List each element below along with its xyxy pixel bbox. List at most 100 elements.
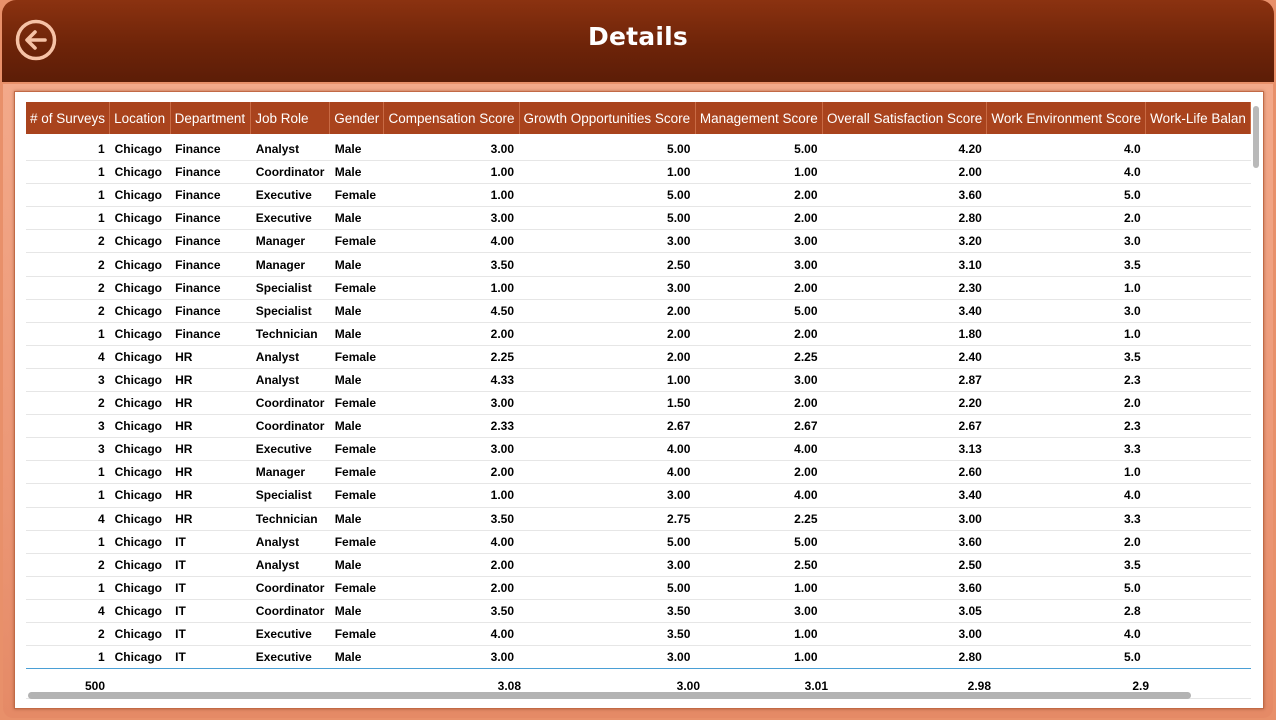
table-row[interactable]: 1 Chicago Finance Technician Male 2.00 2.00 2.0… [26,322,1251,346]
horizontal-scrollbar[interactable] [28,692,1191,699]
cell-job-role: Executive [250,183,330,208]
cell-job-role: Specialist [250,483,330,508]
table-row[interactable]: 1 Chicago HR Manager Female 2.00 4.00 2.00 2.60 1… [26,460,1251,485]
totals-row: 500 3.08 3.00 3.01 2.98 2.9 [26,670,1251,699]
cell-work-life-balance [1145,322,1251,346]
cell-compensation-score: 4.33 [383,368,520,393]
cell-compensation-score: 2.00 [383,553,520,577]
cell-surveys: 1 [26,483,110,508]
table-row[interactable]: 3 Chicago HR Analyst Male 4.33 1.00 3.00 2.87 2.3 [26,368,1251,393]
table-row[interactable]: 1 Chicago Finance Executive Female 1.00 5.00 2.… [26,183,1251,208]
column-header-work-environment-score[interactable]: Work Environment Score [986,102,1147,134]
cell-management-score: 4.00 [695,483,823,508]
cell-work-environment-score: 3.5 [986,252,1146,277]
table-row[interactable]: 2 Chicago IT Executive Female 4.00 3.50 1.00 3.0… [26,622,1251,647]
cell-work-life-balance [1145,507,1251,531]
cell-overall-satisfaction-score: 2.50 [822,553,987,577]
column-header-gender[interactable]: Gender [329,102,385,134]
table-row[interactable]: 4 Chicago HR Analyst Female 2.25 2.00 2.25 2.40 3… [26,345,1251,369]
table-row[interactable]: 1 Chicago Finance Executive Male 3.00 5.00 2.00… [26,206,1251,231]
cell-gender: Male [329,160,384,185]
cell-growth-opportunities-score: 2.00 [519,345,696,369]
cell-compensation-score: 2.33 [383,414,520,439]
cell-work-life-balance [1145,576,1251,600]
cell-compensation-score: 2.25 [383,345,520,369]
cell-department: Finance [170,134,251,162]
column-header-surveys[interactable]: # of Surveys [26,102,111,134]
cell-management-score: 5.00 [695,530,823,554]
column-header-location[interactable]: Location [109,102,171,134]
cell-management-score: 5.00 [695,134,823,162]
cell-compensation-score: 3.50 [383,599,520,623]
cell-location: Chicago [109,229,171,254]
cell-department: Finance [170,160,251,185]
cell-surveys: 2 [26,276,110,300]
cell-management-score: 1.00 [695,622,823,647]
cell-job-role: Technician [250,322,330,346]
cell-department: HR [170,345,251,369]
column-header-job-role[interactable]: Job Role [250,102,331,134]
table-row[interactable]: 2 Chicago Finance Specialist Female 1.00 3.00 2… [26,276,1251,300]
cell-management-score: 4.00 [695,437,823,462]
table-row[interactable]: 1 Chicago IT Analyst Female 4.00 5.00 5.00 3.60 2… [26,530,1251,554]
table-row[interactable]: 1 Chicago IT Coordinator Female 2.00 5.00 1.00 3… [26,576,1251,600]
cell-location: Chicago [109,160,171,185]
cell-department: HR [170,391,251,416]
cell-overall-satisfaction-score: 2.40 [822,345,987,369]
cell-department: IT [170,622,251,647]
table-row[interactable]: 1 Chicago Finance Coordinator Male 1.00 1.00 1.… [26,160,1251,185]
column-header-overall-satisfaction-score[interactable]: Overall Satisfaction Score [822,102,988,134]
page-header: Details [2,0,1274,82]
cell-growth-opportunities-score: 4.00 [519,460,696,485]
column-header-work-life-balance[interactable]: Work-Life Balan [1145,102,1251,134]
cell-overall-satisfaction-score: 3.60 [822,576,987,600]
table-row[interactable]: 2 Chicago HR Coordinator Female 3.00 1.50 2.00 2… [26,391,1251,416]
cell-department: IT [170,576,251,600]
vertical-scrollbar[interactable] [1253,106,1259,168]
cell-work-environment-score: 3.3 [986,437,1146,462]
cell-management-score: 3.00 [695,599,823,623]
column-header-department[interactable]: Department [170,102,252,134]
cell-gender: Female [329,530,384,554]
cell-overall-satisfaction-score: 3.10 [822,252,987,277]
cell-growth-opportunities-score: 3.00 [519,229,696,254]
cell-work-environment-score: 2.0 [986,530,1146,554]
cell-compensation-score: 1.00 [383,160,520,185]
cell-gender: Male [329,599,384,623]
cell-work-life-balance [1145,183,1251,208]
cell-surveys: 2 [26,553,110,577]
table-row[interactable]: 3 Chicago HR Executive Female 3.00 4.00 4.00 3.1… [26,437,1251,462]
table-row[interactable]: 2 Chicago Finance Specialist Male 4.50 2.00 5.0… [26,299,1251,323]
table-row[interactable]: 4 Chicago IT Coordinator Male 3.50 3.50 3.00 3.0… [26,599,1251,623]
cell-location: Chicago [109,645,171,670]
table-row[interactable]: 4 Chicago HR Technician Male 3.50 2.75 2.25 3.00… [26,507,1251,531]
cell-overall-satisfaction-score: 2.30 [822,276,987,300]
column-header-management-score[interactable]: Management Score [695,102,824,134]
cell-management-score: 2.00 [695,183,823,208]
table-row[interactable]: 2 Chicago Finance Manager Female 4.00 3.00 3.00… [26,229,1251,254]
table-row[interactable]: 1 Chicago IT Executive Male 3.00 3.00 1.00 2.80 5… [26,645,1251,670]
table-row[interactable]: 1 Chicago Finance Analyst Male 3.00 5.00 5.00 4.… [26,134,1251,162]
table-row[interactable]: 2 Chicago IT Analyst Male 2.00 3.00 2.50 2.50 3.5 [26,553,1251,577]
cell-growth-opportunities-score: 1.00 [519,160,696,185]
cell-gender: Female [329,276,384,300]
cell-compensation-score: 3.00 [383,391,520,416]
cell-location: Chicago [109,368,171,393]
cell-surveys: 4 [26,345,110,369]
column-header-growth-opportunities-score[interactable]: Growth Opportunities Score [519,102,696,134]
cell-work-environment-score: 4.0 [986,134,1146,162]
table-row[interactable]: 1 Chicago HR Specialist Female 1.00 3.00 4.00 3.… [26,483,1251,508]
column-header-compensation-score[interactable]: Compensation Score [383,102,520,134]
cell-growth-opportunities-score: 1.00 [519,368,696,393]
cell-gender: Female [329,345,384,369]
cell-growth-opportunities-score: 4.00 [519,437,696,462]
cell-job-role: Executive [250,206,330,231]
details-table-grid[interactable]: # of Surveys Location Department Job Rol… [26,102,1251,670]
cell-overall-satisfaction-score: 3.40 [822,299,987,323]
cell-job-role: Coordinator [250,576,330,600]
cell-gender: Female [329,576,384,600]
table-row[interactable]: 3 Chicago HR Coordinator Male 2.33 2.67 2.67 2.6… [26,414,1251,439]
cell-management-score: 2.25 [695,507,823,531]
table-row[interactable]: 2 Chicago Finance Manager Male 3.50 2.50 3.00 3.… [26,252,1251,277]
cell-department: IT [170,553,251,577]
